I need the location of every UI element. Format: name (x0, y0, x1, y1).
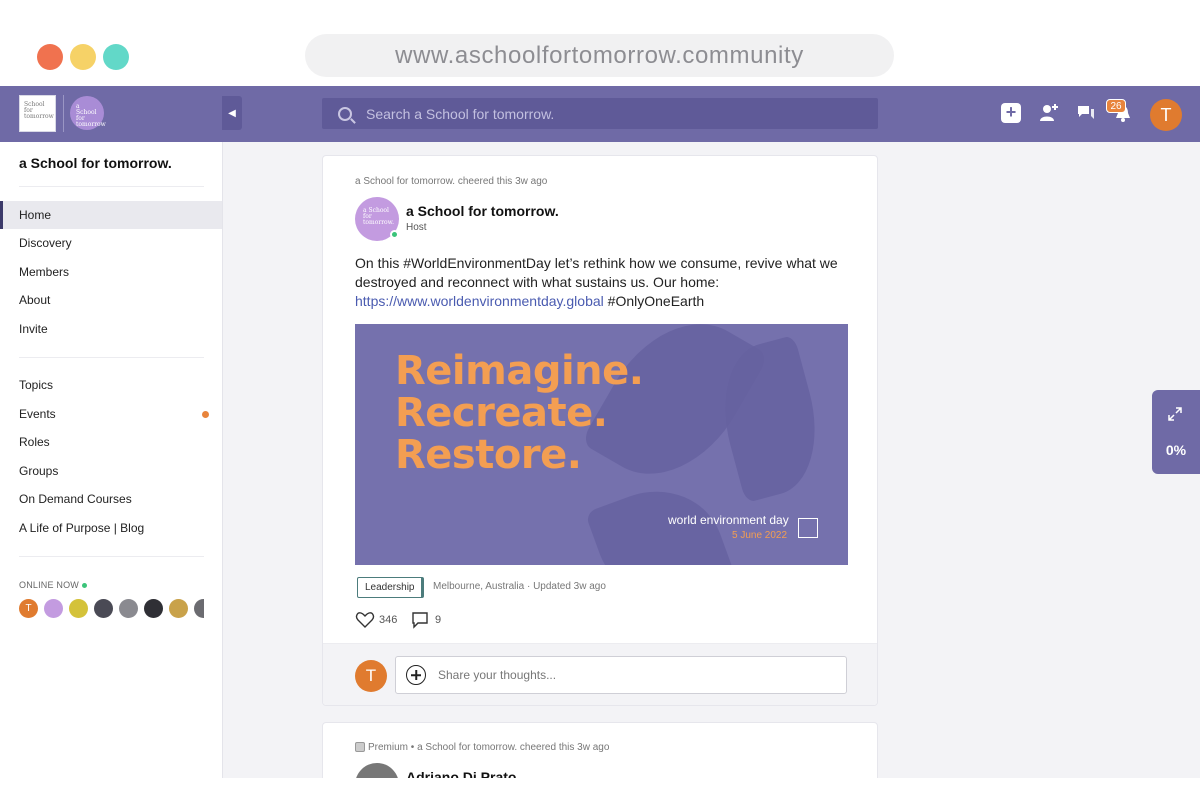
search-input[interactable] (366, 105, 846, 122)
online-member-avatar[interactable] (94, 599, 113, 618)
progress-value: 0% (1165, 442, 1187, 458)
plus-icon: + (1005, 102, 1017, 122)
online-now-text: ONLINE NOW (19, 580, 80, 590)
image-logo (798, 518, 818, 538)
comment-box[interactable] (395, 656, 847, 694)
community-name: a School for tomorrow. (19, 155, 172, 171)
online-member-avatar[interactable] (194, 599, 204, 618)
sidebar-item-groups[interactable]: Groups (0, 457, 222, 485)
sidebar-item-roles[interactable]: Roles (0, 428, 222, 456)
post-image[interactable]: Reimagine. Recreate. Restore. world envi… (355, 324, 848, 565)
browser-chrome: www.aschoolfortomorrow.community (0, 0, 1200, 86)
online-indicator-dot (82, 583, 88, 589)
window-close-button[interactable] (37, 44, 63, 70)
sidebar-item-about[interactable]: About (0, 286, 222, 314)
post-card: a School for tomorrow. cheered this 3w a… (322, 155, 878, 706)
sidebar-item-members[interactable]: Members (0, 258, 222, 286)
post-location: Melbourne, Australia · Updated 3w ago (433, 581, 606, 592)
meta-separator: • (410, 742, 415, 753)
post-hashtag[interactable]: #OnlyOneEarth (608, 293, 705, 309)
comment-count: 9 (435, 614, 442, 626)
online-member-avatar[interactable] (144, 599, 163, 618)
online-status-dot (390, 230, 399, 239)
post-author-name[interactable]: Adriano Di Prato (406, 769, 516, 778)
window-maximize-button[interactable] (103, 44, 129, 70)
sidebar-item-invite[interactable]: Invite (0, 315, 222, 343)
current-user-avatar: T (355, 660, 387, 692)
post-body-text: On this #WorldEnvironmentDay let’s rethi… (355, 255, 838, 290)
collapse-sidebar-button[interactable]: ◀ (222, 96, 242, 130)
comment-compose: T (323, 643, 877, 705)
community-logo-round[interactable]: a School for tomorrow (70, 96, 106, 130)
sidebar: a School for tomorrow. Home Discovery Me… (0, 142, 223, 778)
post-activity: Premium • a School for tomorrow. cheered… (355, 742, 609, 753)
image-headline: Reimagine. Recreate. Restore. (395, 348, 644, 478)
logo-divider (63, 95, 64, 132)
url-bar[interactable]: www.aschoolfortomorrow.community (305, 34, 894, 77)
chat-icon[interactable] (1076, 103, 1096, 123)
search-bar[interactable] (322, 98, 878, 129)
community-logo-text: School for tomorrow (24, 101, 54, 120)
plus-circle-icon[interactable] (406, 665, 426, 685)
post-author-role: Host (406, 222, 427, 233)
image-date-text: 5 June 2022 (732, 530, 788, 541)
online-member-avatar[interactable] (119, 599, 138, 618)
post-card: Premium • a School for tomorrow. cheered… (322, 722, 878, 778)
sidebar-item-on-demand-courses[interactable]: On Demand Courses (0, 485, 222, 513)
sidebar-divider (19, 556, 204, 557)
post-link[interactable]: https://www.worldenvironmentday.global (355, 293, 604, 309)
community-logo[interactable]: School for tomorrow (19, 95, 56, 132)
online-member-avatar[interactable] (69, 599, 88, 618)
add-member-icon[interactable] (1038, 103, 1058, 123)
expand-icon[interactable] (1167, 406, 1183, 422)
top-navigation-bar: School for tomorrow a School for tomorro… (0, 86, 1200, 142)
user-avatar[interactable]: T (1150, 99, 1182, 131)
premium-icon (355, 742, 365, 753)
post-updated-text: Updated 3w ago (533, 581, 606, 592)
chevron-left-icon: ◀ (228, 107, 236, 119)
comment-icon[interactable] (411, 611, 429, 629)
window-bottom-edge (0, 778, 1200, 800)
image-headline-line: Reimagine. (395, 348, 644, 394)
online-now-label: ONLINE NOW (19, 580, 88, 590)
image-headline-line: Recreate. (395, 390, 608, 436)
post-body: On this #WorldEnvironmentDay let’s rethi… (355, 254, 845, 311)
premium-label: Premium (368, 742, 409, 753)
author-avatar[interactable] (355, 763, 399, 778)
comment-input[interactable] (438, 668, 818, 682)
online-members-list: T (19, 599, 204, 618)
like-count: 346 (379, 614, 398, 626)
online-member-avatar[interactable] (44, 599, 63, 618)
notifications-count-badge: 26 (1106, 99, 1126, 113)
window-minimize-button[interactable] (70, 44, 96, 70)
sidebar-item-blog[interactable]: A Life of Purpose | Blog (0, 514, 222, 542)
online-member-avatar[interactable] (169, 599, 188, 618)
search-icon (338, 106, 352, 121)
post-location-text: Melbourne, Australia (433, 581, 525, 592)
community-logo-round-text: a School for tomorrow (76, 103, 106, 128)
topic-tag[interactable]: Leadership (357, 577, 425, 598)
heart-icon[interactable] (355, 611, 375, 629)
meta-separator: · (526, 581, 531, 592)
app-window: School for tomorrow a School for tomorro… (0, 86, 1200, 778)
author-avatar-text: a School for tomorrow. (363, 207, 395, 226)
sidebar-divider (19, 186, 204, 187)
online-member-avatar[interactable]: T (19, 599, 38, 618)
image-headline-line: Restore. (395, 432, 582, 478)
image-brand-text: world environment day (668, 513, 789, 527)
sidebar-divider (19, 357, 204, 358)
sidebar-item-label: Events (19, 407, 56, 421)
post-activity-text: a School for tomorrow. cheered this 3w a… (417, 742, 610, 753)
create-post-button[interactable]: + (1001, 103, 1021, 123)
sidebar-item-events[interactable]: Events (0, 400, 222, 428)
post-author-name[interactable]: a School for tomorrow. (406, 203, 559, 219)
post-activity: a School for tomorrow. cheered this 3w a… (355, 176, 548, 187)
sidebar-item-home[interactable]: Home (0, 201, 222, 229)
progress-widget[interactable]: 0% (1152, 390, 1200, 474)
url-text: www.aschoolfortomorrow.community (395, 41, 804, 69)
sidebar-item-topics[interactable]: Topics (0, 371, 222, 399)
events-new-indicator (202, 411, 209, 418)
sidebar-item-discovery[interactable]: Discovery (0, 229, 222, 257)
